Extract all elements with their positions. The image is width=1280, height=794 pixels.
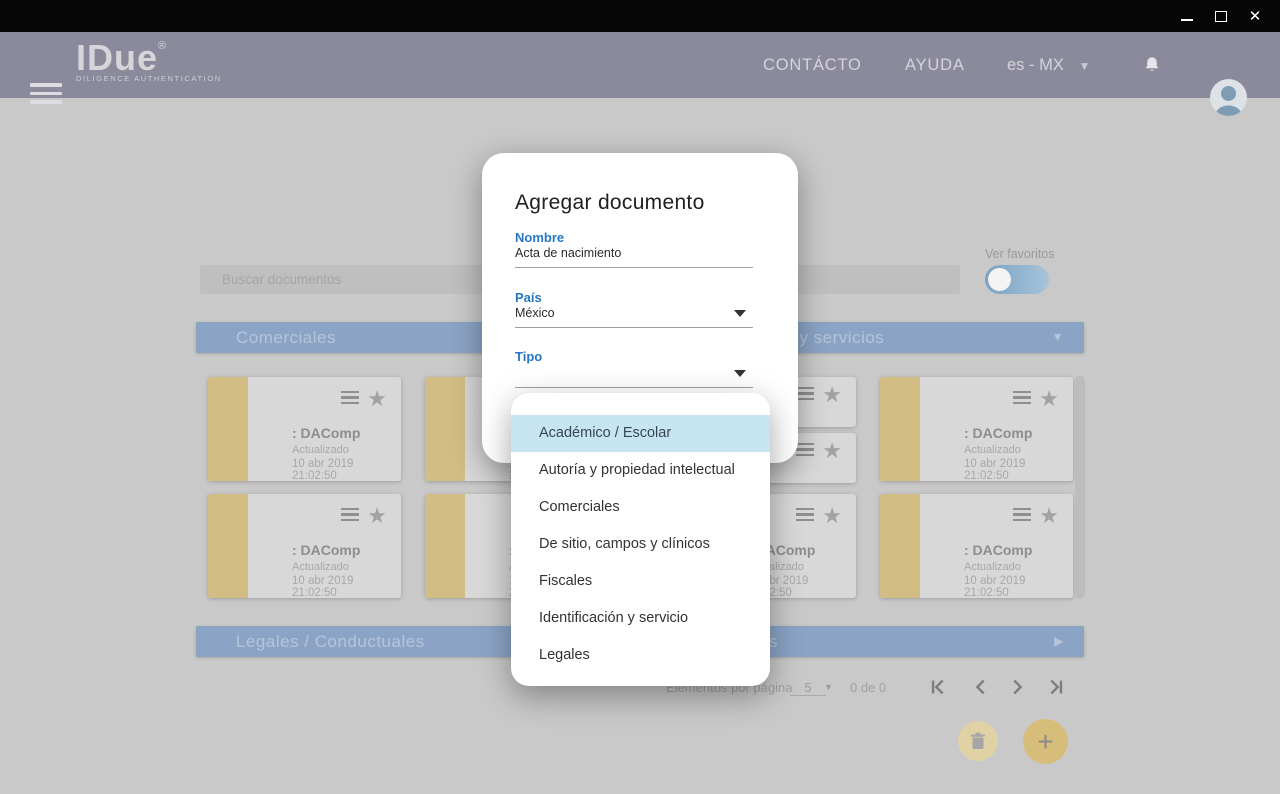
option-academico-escolar[interactable]: Académico / Escolar — [511, 415, 770, 452]
page-size-select[interactable]: 5 — [790, 680, 826, 696]
option-de-sitio-campos-clinicos[interactable]: De sitio, campos y clínicos — [511, 526, 770, 563]
card-menu-icon[interactable] — [796, 507, 815, 525]
cards-scrollbar[interactable] — [1075, 375, 1085, 599]
user-avatar[interactable] — [1210, 79, 1247, 116]
card-title: : DAComp — [292, 542, 361, 558]
add-document-button[interactable]: + — [1023, 719, 1068, 764]
option-autoria-propiedad[interactable]: Autoría y propiedad intelectual — [511, 452, 770, 489]
tipo-field-underline — [515, 387, 753, 388]
expand-icon[interactable]: ▶ — [1054, 626, 1064, 657]
tipo-options-dropdown: Académico / Escolar Autoría y propiedad … — [511, 393, 770, 686]
card-status: Actualizado — [964, 444, 1021, 456]
option-identificacion-servicio[interactable]: Identificación y servicio — [511, 600, 770, 637]
favorites-label: Ver favoritos — [985, 247, 1055, 261]
window-minimize-button[interactable] — [1170, 0, 1204, 32]
document-thumbnail — [880, 494, 920, 598]
delete-button[interactable] — [958, 721, 998, 761]
chevron-down-icon: ▼ — [1078, 59, 1091, 73]
card-timestamp: 10 abr 2019 21:02:50 — [292, 575, 354, 599]
section-title: Comerciales — [236, 328, 336, 347]
card-menu-icon[interactable] — [796, 442, 815, 460]
option-legales[interactable]: Legales — [511, 637, 770, 674]
nombre-field-underline — [515, 267, 753, 268]
pais-select[interactable]: México — [515, 306, 555, 320]
card-menu-icon[interactable] — [796, 386, 815, 404]
favorite-star-icon[interactable]: ★ — [1039, 388, 1059, 410]
favorites-toggle[interactable] — [985, 265, 1049, 294]
document-thumbnail — [425, 377, 465, 481]
card-status: Actualizado — [292, 444, 349, 456]
nav-ayuda[interactable]: AYUDA — [905, 56, 965, 75]
notifications-bell-icon[interactable] — [1141, 54, 1163, 81]
nav-contacto[interactable]: CONTÁCTO — [763, 56, 862, 75]
tipo-field-label: Tipo — [515, 349, 543, 364]
minimize-icon — [1181, 19, 1193, 21]
document-card[interactable]: ★ : DAComp Actualizado 10 abr 2019 21:02:5… — [208, 494, 401, 599]
brand-name: IDue — [76, 37, 159, 78]
favorite-star-icon[interactable]: ★ — [367, 388, 387, 410]
last-page-button[interactable] — [1044, 676, 1066, 698]
brand-tagline: DILIGENCE AUTHENTICATION — [76, 74, 222, 83]
card-title: : DAComp — [292, 425, 361, 441]
option-comerciales[interactable]: Comerciales — [511, 489, 770, 526]
trash-icon — [971, 732, 985, 749]
close-icon: ✕ — [1248, 8, 1262, 25]
registered-mark: ® — [158, 40, 167, 52]
language-selector[interactable]: es - MX ▼ — [1007, 56, 1090, 75]
card-menu-icon[interactable] — [1013, 390, 1032, 408]
page-size-caret-icon[interactable]: ▼ — [824, 682, 833, 692]
nombre-field-label: Nombre — [515, 230, 565, 245]
page-range-label: 0 de 0 — [850, 680, 887, 695]
document-card[interactable]: ★ : DAComp Actualizado 10 abr 2019 21:02:5… — [880, 494, 1073, 599]
next-page-button[interactable] — [1006, 676, 1028, 698]
tipo-select-caret-icon[interactable] — [734, 370, 746, 377]
hamburger-menu-icon[interactable] — [30, 83, 62, 109]
pais-field-underline — [515, 327, 753, 328]
document-thumbnail — [208, 494, 248, 598]
window-title-bar: ✕ — [0, 0, 1280, 32]
window-close-button[interactable]: ✕ — [1238, 0, 1272, 32]
favorite-star-icon[interactable]: ★ — [1039, 505, 1059, 527]
section-title: Legales / Conductuales — [236, 632, 425, 651]
favorite-star-icon[interactable]: ★ — [822, 440, 842, 462]
maximize-icon — [1215, 10, 1227, 22]
card-title: : DAComp — [964, 425, 1033, 441]
card-status: Actualizado — [964, 561, 1021, 573]
modal-title: Agregar documento — [515, 191, 705, 214]
card-timestamp: 10 abr 2019 21:02:50 — [964, 575, 1026, 599]
brand-logo: IDue® DILIGENCE AUTHENTICATION — [76, 37, 222, 84]
application-window: ✕ IDue® DILIGENCE AUTHENTICATION CONTÁCT… — [0, 0, 1280, 794]
document-card[interactable]: ★ : DAComp Actualizado 10 abr 2019 21:02:5… — [880, 377, 1073, 482]
first-page-button[interactable] — [928, 676, 950, 698]
pais-select-caret-icon[interactable] — [734, 310, 746, 317]
card-menu-icon[interactable] — [341, 390, 360, 408]
document-thumbnail — [208, 377, 248, 481]
favorite-star-icon[interactable]: ★ — [822, 384, 842, 406]
card-timestamp: 10 abr 2019 21:02:50 — [964, 458, 1026, 482]
app-header: IDue® DILIGENCE AUTHENTICATION CONTÁCTO … — [0, 32, 1280, 116]
card-menu-icon[interactable] — [1013, 507, 1032, 525]
document-thumbnail — [425, 494, 465, 598]
option-fiscales[interactable]: Fiscales — [511, 563, 770, 600]
document-thumbnail — [880, 377, 920, 481]
language-value: es - MX — [1007, 56, 1064, 74]
card-menu-icon[interactable] — [341, 507, 360, 525]
document-card[interactable]: ★ : DAComp Actualizado 10 abr 2019 21:02:5… — [208, 377, 401, 482]
previous-page-button[interactable] — [970, 676, 992, 698]
toggle-knob — [988, 268, 1011, 291]
pais-field-label: País — [515, 290, 542, 305]
window-maximize-button[interactable] — [1204, 0, 1238, 32]
card-status: Actualizado — [292, 561, 349, 573]
favorite-star-icon[interactable]: ★ — [822, 505, 842, 527]
collapse-icon[interactable]: ▼ — [1052, 322, 1064, 353]
nombre-field-input[interactable]: Acta de nacimiento — [515, 246, 621, 260]
card-timestamp: 10 abr 2019 21:02:50 — [292, 458, 354, 482]
card-title: : DAComp — [964, 542, 1033, 558]
favorite-star-icon[interactable]: ★ — [367, 505, 387, 527]
